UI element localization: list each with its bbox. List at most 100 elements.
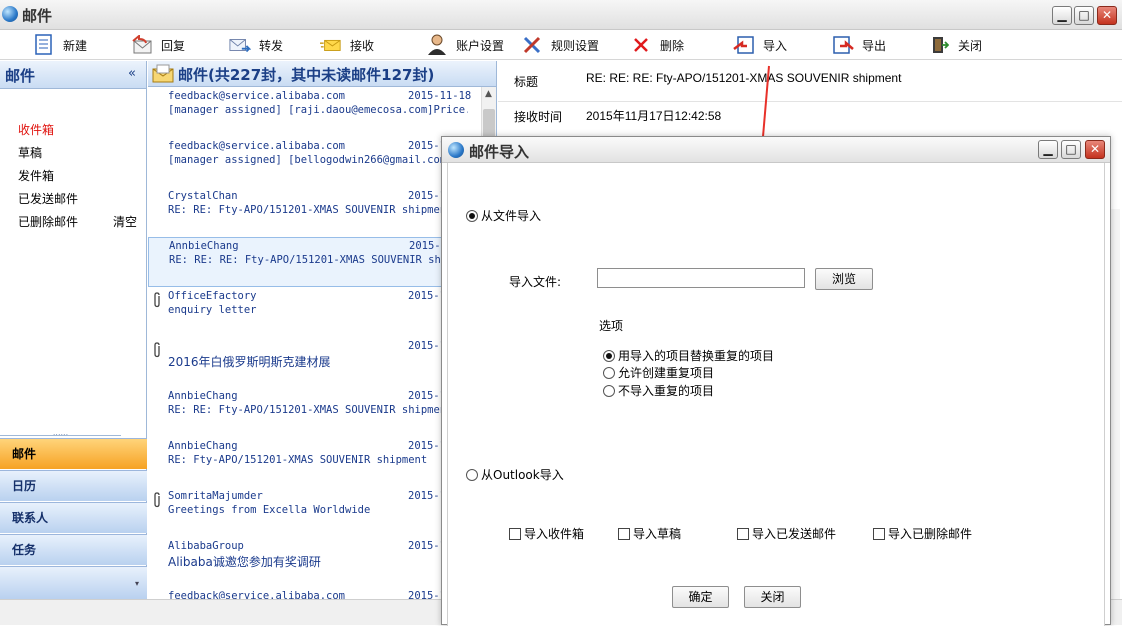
- nav-mail[interactable]: 邮件: [0, 438, 147, 469]
- nav-contacts[interactable]: 联系人: [0, 502, 147, 533]
- import-icon: [733, 34, 755, 56]
- import-drafts-checkbox[interactable]: 导入草稿: [618, 525, 681, 542]
- message-subject: [manager assigned] [raji.daou@emecosa.co…: [168, 104, 468, 116]
- message-row[interactable]: SomritaMajumder 2015-1 Greetings from Ex…: [148, 488, 478, 538]
- dialog-close-text-button[interactable]: 关闭: [744, 586, 801, 608]
- import-deleted-checkbox[interactable]: 导入已删除邮件: [873, 525, 972, 542]
- message-row[interactable]: feedback@service.alibaba.com 2015-1: [148, 588, 478, 599]
- message-row[interactable]: feedback@service.alibaba.com 2015-1 [man…: [148, 138, 478, 188]
- message-row[interactable]: AlibabaGroup 2015-1 Alibaba诚邀您参加有奖调研: [148, 538, 478, 588]
- reply-button[interactable]: 回复: [131, 30, 185, 60]
- new-document-icon: [33, 34, 55, 56]
- scroll-up-arrow-icon[interactable]: ▲: [485, 89, 492, 99]
- from-file-radio[interactable]: 从文件导入: [466, 207, 541, 224]
- browse-button[interactable]: 浏览: [815, 268, 873, 290]
- message-row[interactable]: feedback@service.alibaba.com 2015-11-18 …: [148, 88, 478, 138]
- delete-label: 删除: [660, 38, 685, 53]
- folder-deleted[interactable]: 已删除邮件: [18, 213, 78, 230]
- import-sent-checkbox[interactable]: 导入已发送邮件: [737, 525, 836, 542]
- collapse-sidebar-icon[interactable]: «: [128, 66, 136, 81]
- folder-drafts[interactable]: 草稿: [18, 144, 42, 161]
- message-list-header: 邮件(共227封，其中未读邮件127封): [148, 61, 496, 87]
- import-button[interactable]: 导入: [733, 30, 787, 60]
- message-sender: SomritaMajumder: [168, 490, 263, 502]
- account-settings-button[interactable]: 账户设置: [426, 30, 504, 60]
- message-sender: OfficeEfactory: [168, 290, 257, 302]
- message-subject: Alibaba诚邀您参加有奖调研: [168, 555, 321, 569]
- rules-settings-button[interactable]: 规则设置: [521, 30, 599, 60]
- pane-splitter-grip[interactable]: ......: [0, 429, 121, 437]
- sidebar-title: 邮件: [5, 67, 36, 85]
- new-button[interactable]: 新建: [33, 30, 87, 60]
- checkbox-unchecked-icon: [737, 527, 749, 540]
- import-file-input[interactable]: [597, 268, 805, 288]
- import-sent-label: 导入已发送邮件: [752, 527, 837, 541]
- import-inbox-label: 导入收件箱: [524, 527, 585, 541]
- dialog-close-button[interactable]: ✕: [1085, 140, 1105, 159]
- message-date: 2015-11-18: [408, 90, 472, 102]
- forward-label: 转发: [259, 38, 284, 53]
- message-row[interactable]: CrystalChan 2015-1 RE: RE: Fty-APO/15120…: [148, 188, 478, 238]
- forward-button[interactable]: 转发: [229, 30, 283, 60]
- option-skip-label: 不导入重复的项目: [618, 384, 715, 398]
- message-sender: feedback@service.alibaba.com: [168, 90, 346, 102]
- close-app-label: 关闭: [958, 38, 983, 53]
- attachment-paperclip-icon: [153, 342, 162, 361]
- reply-label: 回复: [161, 38, 186, 53]
- dialog-body: 从文件导入 导入文件: 浏览 选项 用导入的项目替换重复的项目 允许创建重复项目…: [447, 163, 1105, 626]
- user-account-icon: [426, 34, 448, 56]
- message-row[interactable]: 2015-1 2016年白俄罗斯明斯克建材展: [148, 338, 478, 388]
- nav-calendar[interactable]: 日历: [0, 470, 147, 501]
- message-subject: [manager assigned] [bellogodwin266@gmail…: [168, 154, 468, 166]
- reply-icon: [131, 34, 153, 56]
- from-outlook-radio[interactable]: 从Outlook导入: [466, 466, 564, 483]
- close-app-button[interactable]: 关闭: [928, 30, 982, 60]
- account-settings-label: 账户设置: [456, 38, 505, 53]
- window-title: 邮件: [22, 7, 53, 25]
- received-time-value: 2015年11月17日12:42:58: [586, 109, 722, 123]
- dialog-globe-icon: [448, 142, 464, 158]
- message-sender: AnnbieChang: [168, 440, 238, 452]
- delete-x-icon: [630, 34, 652, 56]
- maximize-button[interactable]: □: [1074, 6, 1094, 25]
- import-inbox-checkbox[interactable]: 导入收件箱: [509, 525, 584, 542]
- export-button[interactable]: 导出: [832, 30, 886, 60]
- main-title-bar: 邮件 ▁ □ ✕: [0, 0, 1122, 30]
- folder-outbox[interactable]: 发件箱: [18, 167, 54, 184]
- radio-selected-icon: [603, 349, 615, 362]
- message-row[interactable]: OfficeEfactory 2015-1 enquiry letter: [148, 288, 478, 338]
- message-subject: 2016年白俄罗斯明斯克建材展: [168, 355, 331, 369]
- message-row[interactable]: AnnbieChang 2015-1 RE: RE: Fty-APO/15120…: [148, 388, 478, 438]
- export-label: 导出: [862, 38, 887, 53]
- dialog-minimize-button[interactable]: ▁: [1038, 140, 1058, 159]
- message-sender: feedback@service.alibaba.com: [168, 140, 346, 152]
- app-globe-icon: [2, 6, 18, 22]
- ok-button[interactable]: 确定: [672, 586, 729, 608]
- message-row-selected[interactable]: AnnbieChang 2015-1 RE: RE: RE: Fty-APO/1…: [148, 237, 478, 287]
- nav-tasks[interactable]: 任务: [0, 534, 147, 565]
- delete-button[interactable]: 删除: [630, 30, 684, 60]
- exit-door-icon: [928, 34, 950, 56]
- minimize-button[interactable]: ▁: [1052, 6, 1072, 25]
- clear-deleted-link[interactable]: 清空: [113, 213, 137, 230]
- option-replace-radio[interactable]: 用导入的项目替换重复的项目: [603, 347, 774, 364]
- message-sender: AnnbieChang: [169, 240, 239, 252]
- option-allow-radio[interactable]: 允许创建重复项目: [603, 364, 714, 381]
- receive-button[interactable]: 接收: [320, 30, 374, 60]
- message-count-title: 邮件(共227封，其中未读邮件127封): [178, 66, 435, 84]
- envelope-icon: [151, 64, 175, 87]
- message-row[interactable]: AnnbieChang 2015-1 RE: Fty-APO/151201-XM…: [148, 438, 478, 488]
- import-label: 导入: [763, 38, 788, 53]
- close-window-button[interactable]: ✕: [1097, 6, 1117, 25]
- option-allow-label: 允许创建重复项目: [618, 366, 715, 380]
- folder-sent[interactable]: 已发送邮件: [18, 190, 78, 207]
- option-skip-radio[interactable]: 不导入重复的项目: [603, 382, 714, 399]
- dialog-maximize-button[interactable]: □: [1061, 140, 1081, 159]
- folder-inbox[interactable]: 收件箱: [18, 121, 54, 138]
- forward-icon: [229, 34, 251, 56]
- toolbar: 新建 回复 转发 接收 账户设置 规则设置 删除 导入 导出 关闭: [0, 30, 1122, 60]
- receive-label: 接收: [350, 38, 375, 53]
- option-replace-label: 用导入的项目替换重复的项目: [618, 349, 775, 363]
- import-deleted-label: 导入已删除邮件: [888, 527, 973, 541]
- nav-more-bar[interactable]: ▾: [0, 566, 147, 599]
